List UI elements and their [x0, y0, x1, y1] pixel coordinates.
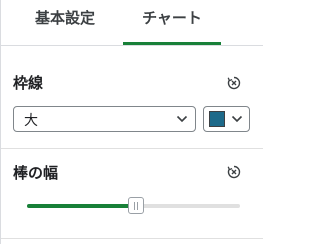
section-divider	[1, 238, 263, 239]
slider-fill	[27, 204, 136, 208]
border-size-value: 大	[24, 113, 38, 129]
reset-x-icon[interactable]	[227, 76, 241, 90]
tab-bar: 基本設定 チャート	[1, 0, 263, 46]
tab-chart[interactable]: チャート	[123, 0, 221, 46]
active-tab-indicator	[123, 42, 221, 45]
bar-width-section-title: 棒の幅	[13, 164, 59, 182]
chart-editor-panel: 基本設定 チャート 枠線 大 棒の幅	[0, 0, 263, 244]
border-color-swatch	[209, 111, 225, 127]
slider-thumb[interactable]	[127, 197, 144, 214]
border-size-select[interactable]: 大	[13, 106, 196, 132]
tab-basic-settings[interactable]: 基本設定	[13, 0, 117, 46]
border-color-picker[interactable]	[203, 106, 250, 132]
bar-width-slider[interactable]	[27, 196, 240, 216]
chevron-down-icon	[231, 115, 243, 123]
chevron-down-icon	[176, 115, 188, 123]
border-section-title: 枠線	[13, 74, 44, 92]
section-divider	[1, 148, 263, 149]
reset-x-icon[interactable]	[227, 165, 241, 179]
